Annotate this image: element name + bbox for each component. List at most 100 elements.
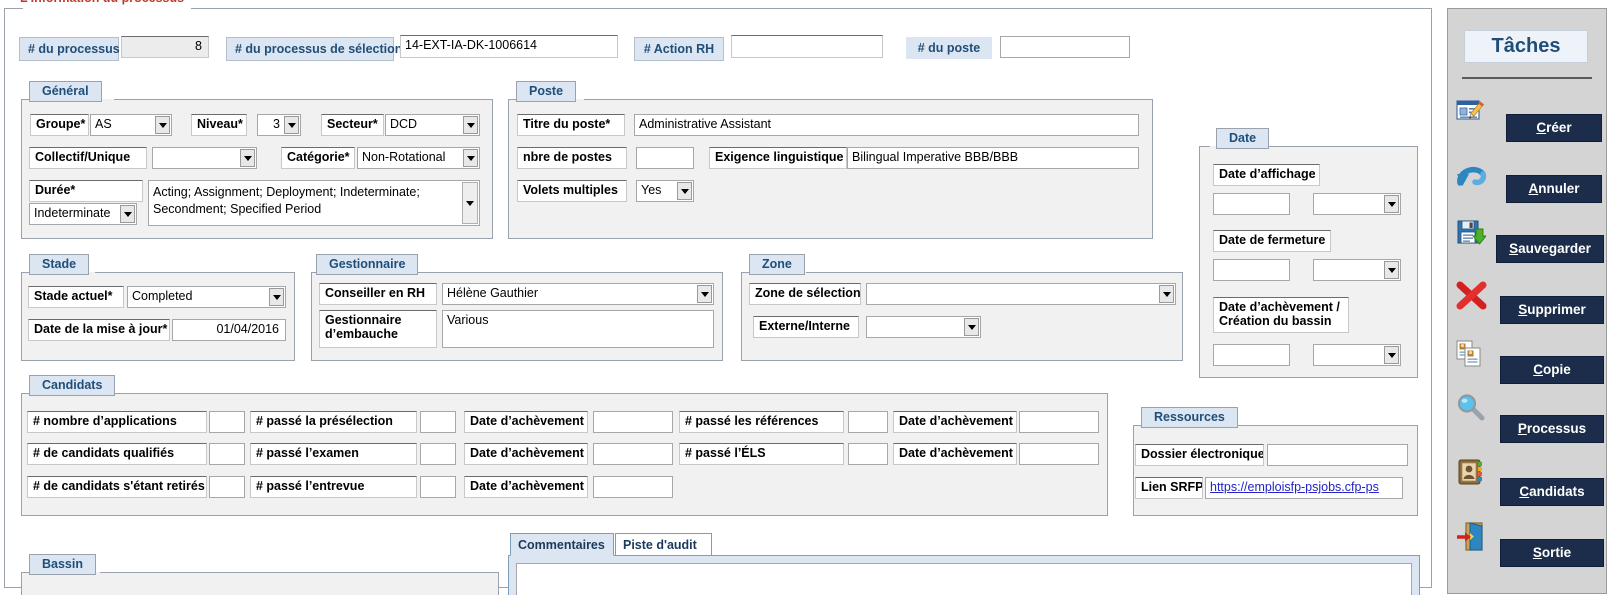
- date-fermeture-input[interactable]: [1213, 259, 1290, 281]
- tab-commentaires[interactable]: Commentaires: [510, 533, 614, 556]
- zone-de-selection-value: [867, 284, 1158, 304]
- table-row-input[interactable]: [209, 411, 245, 433]
- table-row-input[interactable]: [1019, 443, 1099, 465]
- lien-srfp-link[interactable]: https://emploisfp-psjobs.cfp-ps: [1210, 480, 1379, 494]
- chevron-down-icon[interactable]: [1159, 285, 1174, 303]
- zone-group-title: Zone: [749, 254, 805, 275]
- collectif-unique-combobox[interactable]: [152, 147, 257, 169]
- table-row-label: # passé l’ÉLS: [679, 443, 844, 465]
- tab-piste-audit[interactable]: Piste d'audit: [615, 533, 712, 556]
- sauvegarder-button[interactable]: Sauvegarder: [1496, 235, 1604, 263]
- sortie-button[interactable]: Sortie: [1500, 539, 1604, 567]
- table-row-input[interactable]: [848, 411, 888, 433]
- niveau-value: 3: [273, 117, 280, 131]
- exigence-linguistique-input[interactable]: Bilingual Imperative BBB/BBB: [847, 147, 1139, 169]
- table-row-input[interactable]: [593, 476, 673, 498]
- table-row-input[interactable]: [1019, 411, 1099, 433]
- creer-button-label-rest: réer: [1546, 120, 1572, 135]
- dossier-electronique-input[interactable]: [1267, 444, 1408, 466]
- titre-du-poste-input[interactable]: Administrative Assistant: [634, 114, 1139, 136]
- hr-action-number-input[interactable]: [731, 35, 883, 58]
- duree-options-text: Acting; Assignment; Deployment; Indeterm…: [153, 185, 420, 216]
- copie-button[interactable]: Copie: [1500, 356, 1604, 384]
- position-number-label: # du poste: [906, 37, 992, 59]
- chevron-down-icon[interactable]: [120, 205, 135, 223]
- tasks-pane: Tâches Créer Annuler Sauvegarder Supprim…: [1447, 8, 1607, 594]
- sortie-button-label-rest: ortie: [1541, 545, 1572, 560]
- selection-process-number-input[interactable]: 14-EXT-IA-DK-1006614: [400, 35, 618, 58]
- stade-actuel-label: Stade actuel*: [28, 286, 124, 308]
- nbre-de-postes-input[interactable]: [636, 147, 694, 169]
- groupe-value: AS: [95, 117, 112, 131]
- table-row-label: # passé l’examen: [250, 443, 417, 465]
- date-affichage-combobox[interactable]: [1313, 193, 1401, 215]
- zone-de-selection-label: Zone de sélection: [749, 283, 861, 305]
- date-achevement-creation-bassin-label: Date d’achèvement / Création du bassin: [1213, 297, 1349, 333]
- chevron-down-icon[interactable]: [1384, 261, 1399, 279]
- exit-door-icon: [1456, 521, 1486, 551]
- creer-button[interactable]: Créer: [1506, 114, 1602, 142]
- date-achevement-creation-bassin-combobox[interactable]: [1313, 344, 1401, 366]
- table-row-label: # de candidats s'étant retirés: [27, 476, 207, 498]
- chevron-down-icon[interactable]: [1384, 195, 1399, 213]
- chevron-down-icon[interactable]: [463, 116, 478, 134]
- bassin-group-title: Bassin: [29, 554, 96, 575]
- collectif-unique-value: [153, 148, 239, 168]
- process-number-value[interactable]: 8: [121, 36, 209, 58]
- chevron-down-icon[interactable]: [269, 288, 284, 306]
- duree-combobox[interactable]: Indeterminate: [29, 203, 137, 225]
- copie-button-label-rest: opie: [1542, 362, 1571, 377]
- chevron-down-icon[interactable]: [697, 285, 712, 303]
- candidats-group-title: Candidats: [29, 375, 116, 396]
- conseiller-en-rh-combobox[interactable]: Hélène Gauthier: [442, 283, 714, 305]
- niveau-label: Niveau*: [191, 114, 247, 136]
- categorie-combobox[interactable]: Non-Rotational: [357, 147, 480, 169]
- creer-button-accel: C: [1536, 120, 1547, 135]
- table-row-input[interactable]: [593, 443, 673, 465]
- chevron-down-icon[interactable]: [1384, 346, 1399, 364]
- externe-interne-combobox[interactable]: [866, 316, 981, 338]
- secteur-combobox[interactable]: DCD: [385, 114, 480, 136]
- undo-arrow-icon: [1456, 163, 1487, 193]
- annuler-button-label-rest: nnuler: [1538, 181, 1580, 196]
- chevron-down-icon[interactable]: [155, 116, 170, 134]
- tasks-pane-title: Tâches: [1464, 30, 1588, 63]
- chevron-down-icon[interactable]: [240, 149, 255, 167]
- groupe-combobox[interactable]: AS: [90, 114, 172, 136]
- table-row-input[interactable]: [420, 476, 456, 498]
- comments-textarea[interactable]: [516, 563, 1412, 595]
- supprimer-button[interactable]: Supprimer: [1500, 296, 1604, 324]
- chevron-down-icon[interactable]: [463, 149, 478, 167]
- zone-de-selection-combobox[interactable]: [866, 283, 1176, 305]
- chevron-down-icon[interactable]: [284, 116, 299, 134]
- candidats-button[interactable]: Candidats: [1500, 478, 1604, 506]
- table-row-input[interactable]: [209, 476, 245, 498]
- table-row-input[interactable]: [420, 411, 456, 433]
- niveau-combobox[interactable]: 3: [257, 114, 301, 136]
- create-record-icon: [1456, 97, 1486, 127]
- date-affichage-input[interactable]: [1213, 193, 1290, 215]
- general-group-title: Général: [29, 81, 102, 102]
- duree-options-listbox[interactable]: Acting; Assignment; Deployment; Indeterm…: [148, 180, 480, 226]
- gestionnaire-embauche-input[interactable]: Various: [442, 310, 714, 348]
- table-row-label: Date d’achèvement: [893, 443, 1017, 465]
- position-number-input[interactable]: [1000, 36, 1130, 58]
- annuler-button[interactable]: Annuler: [1506, 175, 1602, 203]
- table-row-label: Date d’achèvement: [893, 411, 1017, 433]
- scrollbar-down-icon[interactable]: [462, 182, 478, 224]
- date-achevement-creation-bassin-input[interactable]: [1213, 344, 1290, 366]
- table-row-input[interactable]: [209, 443, 245, 465]
- chevron-down-icon[interactable]: [677, 182, 692, 200]
- processus-button[interactable]: Processus: [1500, 415, 1604, 443]
- sauvegarder-button-accel: S: [1509, 241, 1519, 256]
- date-fermeture-combobox[interactable]: [1313, 259, 1401, 281]
- volets-multiples-combobox[interactable]: Yes: [636, 180, 694, 202]
- stade-actuel-combobox[interactable]: Completed: [127, 286, 286, 308]
- table-row-input[interactable]: [848, 443, 888, 465]
- chevron-down-icon[interactable]: [964, 318, 979, 336]
- table-row-input[interactable]: [593, 411, 673, 433]
- stade-actuel-value: Completed: [132, 289, 193, 303]
- table-row-input[interactable]: [420, 443, 456, 465]
- date-mise-a-jour-input[interactable]: 01/04/2016: [172, 319, 286, 341]
- lien-srfp-field[interactable]: https://emploisfp-psjobs.cfp-ps: [1205, 477, 1403, 499]
